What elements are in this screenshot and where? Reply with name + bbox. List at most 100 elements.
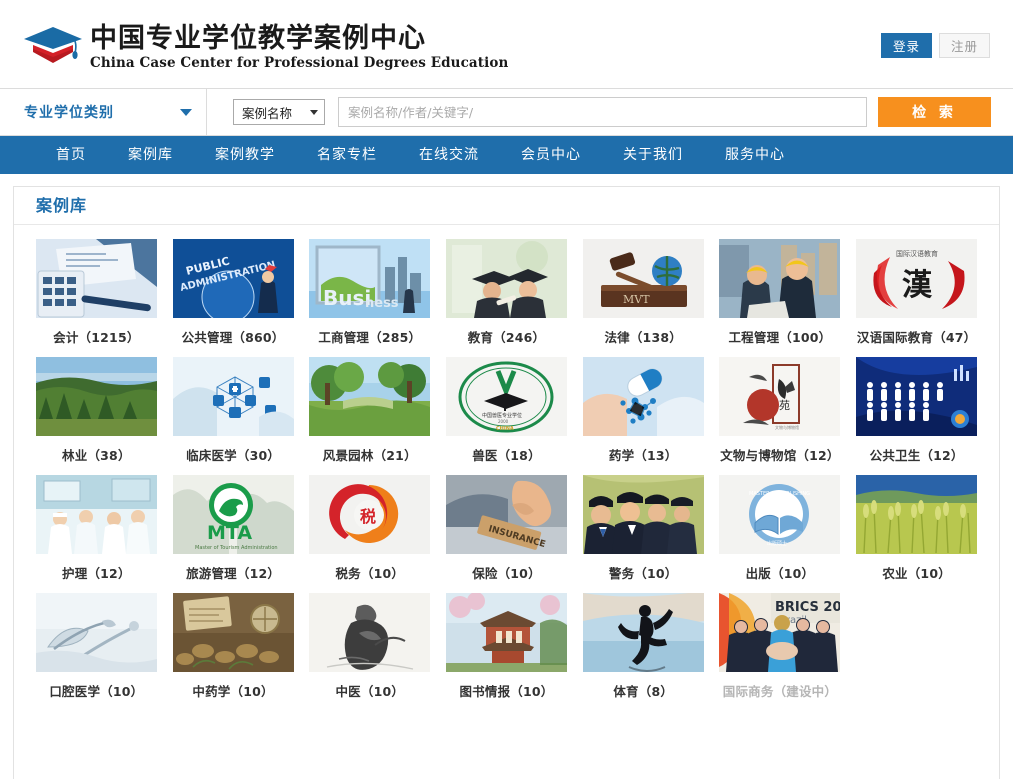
category-label-library-information: 图书情报（10） xyxy=(459,684,554,699)
wheat-field-image[interactable] xyxy=(856,475,978,554)
site-logo[interactable]: 中国专业学位教学案例中心 China Case Center for Profe… xyxy=(22,22,508,71)
category-card-veterinary[interactable]: 中国兽医专业学位 2000 CHINA 兽医（18） xyxy=(438,357,575,475)
category-card-public-health[interactable]: 公共卫生（12） xyxy=(848,357,985,475)
category-card-taxation[interactable]: 税税务（10） xyxy=(301,475,438,593)
category-card-library-information[interactable]: 图书情报（10） xyxy=(438,593,575,711)
category-label-police: 警务（10） xyxy=(608,566,678,581)
search-field-selected-value: 案例名称 xyxy=(242,105,293,121)
category-label-tourism-management: 旅游管理（12） xyxy=(186,566,281,581)
site-title-cn: 中国专业学位教学案例中心 xyxy=(90,23,426,54)
category-card-insurance[interactable]: INSURANCE 保险（10） xyxy=(438,475,575,593)
category-card-forestry[interactable]: 林业（38） xyxy=(28,357,165,475)
category-card-education[interactable]: 教育（246） xyxy=(438,239,575,357)
category-card-nursing[interactable]: 护理（12） xyxy=(28,475,165,593)
population-health-image[interactable] xyxy=(856,357,978,436)
category-label-law: 法律（138） xyxy=(604,330,682,345)
search-input[interactable] xyxy=(338,97,867,127)
category-card-chinese-pharmacology[interactable]: 中药学（10） xyxy=(165,593,302,711)
nav-case-teaching[interactable]: 案例教学 xyxy=(194,136,296,174)
graduation-cap-icon xyxy=(22,22,84,70)
insurance-hand-image[interactable]: INSURANCE xyxy=(445,475,567,554)
nav-online-exchange[interactable]: 在线交流 xyxy=(398,136,500,174)
category-card-museology[interactable]: 苑文物与博物馆文物与博物馆（12） xyxy=(712,357,849,475)
main-navigation: 首页 案例库 案例教学 名家专栏 在线交流 会员中心 关于我们 服务中心 xyxy=(0,136,1013,174)
category-label-public-health: 公共卫生（12） xyxy=(869,448,964,463)
dental-tools-image[interactable] xyxy=(35,593,157,672)
graduates-image[interactable] xyxy=(445,239,567,318)
svg-text:文物与博物馆: 文物与博物馆 xyxy=(775,424,799,430)
category-card-public-administration[interactable]: PUBLIC ADMINISTRATION 公共管理（860） xyxy=(165,239,302,357)
svg-text:MASTER OF PUBLISHING: MASTER OF PUBLISHING xyxy=(749,491,810,497)
login-button[interactable]: 登录 xyxy=(881,33,932,58)
svg-text:Master of Tourism Administrati: Master of Tourism Administration xyxy=(195,545,278,551)
public-administration-image[interactable]: PUBLIC ADMINISTRATION xyxy=(172,239,294,318)
hardhat-engineers-image[interactable] xyxy=(719,239,841,318)
search-field-select[interactable]: 案例名称 xyxy=(233,99,325,125)
category-label-engineering-management: 工程管理（100） xyxy=(728,330,832,345)
category-card-engineering-management[interactable]: 工程管理（100） xyxy=(712,239,849,357)
category-card-business-administration[interactable]: Busi ness 工商管理（285） xyxy=(301,239,438,357)
degree-category-dropdown[interactable]: 专业学位类别 xyxy=(14,89,207,135)
category-card-stomatology[interactable]: 口腔医学（10） xyxy=(28,593,165,711)
category-card-police[interactable]: 警务（10） xyxy=(575,475,712,593)
category-label-museology: 文物与博物馆（12） xyxy=(720,448,840,463)
svg-text:中国兽医专业学位: 中国兽医专业学位 xyxy=(482,412,522,419)
nav-about-us[interactable]: 关于我们 xyxy=(602,136,704,174)
category-card-agriculture[interactable]: 农业（10） xyxy=(848,475,985,593)
garden-park-image[interactable] xyxy=(309,357,431,436)
category-label-pharmacy: 药学（13） xyxy=(608,448,678,463)
forest-image[interactable] xyxy=(35,357,157,436)
category-card-chinese-medicine[interactable]: 中医（10） xyxy=(301,593,438,711)
svg-text:国际汉语教育: 国际汉语教育 xyxy=(896,249,938,258)
gavel-globe-book-image[interactable]: MVT xyxy=(582,239,704,318)
han-character-logo[interactable]: 漢国际汉语教育 xyxy=(856,239,978,318)
nav-home[interactable]: 首页 xyxy=(35,136,107,174)
runner-silhouette-image[interactable] xyxy=(582,593,704,672)
category-card-clinical-medicine[interactable]: 临床医学（30） xyxy=(165,357,302,475)
category-label-landscape-architecture: 风景园林（21） xyxy=(322,448,417,463)
category-card-landscape-architecture[interactable]: 风景园林（21） xyxy=(301,357,438,475)
nav-member-center[interactable]: 会员中心 xyxy=(500,136,602,174)
register-button[interactable]: 注册 xyxy=(939,33,990,58)
nav-expert-column[interactable]: 名家专栏 xyxy=(296,136,398,174)
nav-case-library[interactable]: 案例库 xyxy=(107,136,194,174)
svg-text:BRICS 2014: BRICS 2014 xyxy=(775,600,840,615)
herbal-medicine-image[interactable] xyxy=(172,593,294,672)
category-label-insurance: 保险（10） xyxy=(472,566,541,581)
category-label-stomatology: 口腔医学（10） xyxy=(49,684,144,699)
master-of-publishing-logo[interactable]: MASTER OF PUBLISHING 出版硕士 xyxy=(719,475,841,554)
category-label-publishing: 出版（10） xyxy=(745,566,815,581)
veterinary-emblem-logo[interactable]: 中国兽医专业学位 2000 CHINA xyxy=(445,357,567,436)
cultural-relic-seal-image[interactable]: 苑文物与博物馆 xyxy=(719,357,841,436)
medical-network-image[interactable] xyxy=(172,357,294,436)
page-title: 案例库 xyxy=(14,187,999,225)
category-card-pharmacy[interactable]: 药学（13） xyxy=(575,357,712,475)
category-label-chinese-medicine: 中医（10） xyxy=(335,684,405,699)
category-card-accounting[interactable]: 会计（1215） xyxy=(28,239,165,357)
business-city-image[interactable]: Busi ness xyxy=(309,239,431,318)
site-title-en: China Case Center for Professional Degre… xyxy=(90,55,509,71)
nurses-ward-image[interactable] xyxy=(35,475,157,554)
capsule-molecule-image[interactable] xyxy=(582,357,704,436)
category-card-tourism-management[interactable]: MTA Master of Tourism Administration 旅游管理（… xyxy=(165,475,302,593)
category-card-publishing[interactable]: MASTER OF PUBLISHING 出版硕士出版（10） xyxy=(712,475,849,593)
chevron-down-icon xyxy=(180,108,192,116)
category-card-chinese-intl-education[interactable]: 漢 国际汉语教育汉语国际教育（47） xyxy=(848,239,985,357)
tax-swirl-logo[interactable]: 税 xyxy=(309,475,431,554)
category-label-agriculture: 农业（10） xyxy=(882,566,951,581)
library-pavilion-image[interactable] xyxy=(445,593,567,672)
category-label-chinese-intl-education: 汉语国际教育（47） xyxy=(856,330,977,345)
calculator-documents-image[interactable] xyxy=(35,239,157,318)
category-card-law[interactable]: MVT 法律（138） xyxy=(575,239,712,357)
search-submit-button[interactable]: 检 索 xyxy=(878,97,991,127)
mta-horse-logo[interactable]: MTA Master of Tourism Administration xyxy=(172,475,294,554)
auth-buttons: 登录 注册 xyxy=(881,33,990,58)
category-label-business-administration: 工商管理（285） xyxy=(318,330,422,345)
category-card-international-business[interactable]: BRICS 2014Brazil 国际商务（建设中） xyxy=(712,593,849,711)
nav-service-center[interactable]: 服务中心 xyxy=(704,136,806,174)
police-officers-image[interactable] xyxy=(582,475,704,554)
category-card-physical-education[interactable]: 体育（8） xyxy=(575,593,712,711)
svg-text:CHINA: CHINA xyxy=(496,426,514,432)
brics-summit-image[interactable]: BRICS 2014Brazil xyxy=(719,593,841,672)
ink-painting-sage-image[interactable] xyxy=(309,593,431,672)
